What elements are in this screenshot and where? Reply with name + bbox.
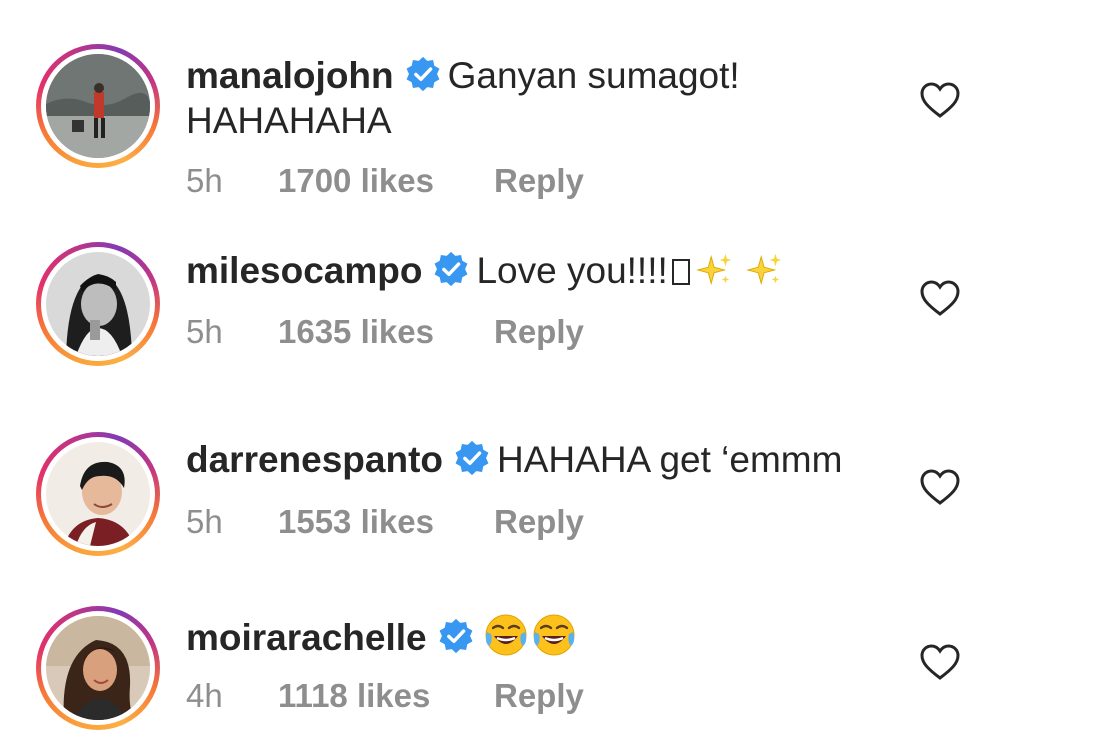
likes-count[interactable]: 1553 likes [278,503,494,541]
reply-button[interactable]: Reply [494,677,584,715]
unsupported-glyph-icon [671,259,690,285]
likes-count[interactable]: 1118 likes [278,677,494,715]
avatar[interactable] [46,252,150,356]
avatar[interactable] [46,616,150,720]
comment-text: manalojohn Ganyan sumagot! [186,53,740,99]
story-ring[interactable] [36,432,160,556]
avatar[interactable] [46,442,150,546]
heart-icon[interactable] [918,467,962,507]
heart-icon[interactable] [918,80,962,120]
story-ring[interactable] [36,44,160,168]
comment-body-line2: HAHAHAHA [186,100,392,141]
username[interactable]: manalojohn [186,55,394,96]
username[interactable]: milesocampo [186,250,422,291]
username[interactable]: moirarachelle [186,617,427,658]
timestamp: 5h [186,313,223,350]
comment-text: milesocampo Love you!!!! [186,248,784,294]
comment-meta: 4h 1118 likes Reply [186,677,584,715]
likes-count[interactable]: 1700 likes [278,162,494,200]
reply-button[interactable]: Reply [494,313,584,351]
sparkles-icon [745,253,781,286]
timestamp: 5h [186,162,223,199]
comment-body: HAHAHA get ‘emmm [497,439,843,480]
timestamp: 4h [186,677,223,714]
avatar[interactable] [46,54,150,158]
comment-body: Ganyan sumagot! [447,55,740,96]
verified-badge-icon [435,251,468,287]
laughing-crying-emoji-icon [533,614,575,656]
sparkles-icon [695,253,731,286]
story-ring[interactable] [36,606,160,730]
comment-meta: 5h 1553 likes Reply [186,503,584,541]
timestamp: 5h [186,503,223,540]
reply-button[interactable]: Reply [494,162,584,200]
comment-meta: 5h 1635 likes Reply [186,313,584,351]
verified-badge-icon [406,56,440,92]
heart-icon[interactable] [918,642,962,682]
laughing-crying-emoji-icon [485,614,527,656]
story-ring[interactable] [36,242,160,366]
verified-badge-icon [455,440,489,476]
comment-text: darrenespanto HAHAHA get ‘emmm [186,437,842,483]
reply-button[interactable]: Reply [494,503,584,541]
username[interactable]: darrenespanto [186,439,443,480]
comment-text: moirarachelle [186,612,577,661]
likes-count[interactable]: 1635 likes [278,313,494,351]
comment-body: Love you!!!! [476,250,668,291]
verified-badge-icon [439,618,473,654]
heart-icon[interactable] [918,278,962,318]
comment-meta: 5h 1700 likes Reply [186,162,584,200]
